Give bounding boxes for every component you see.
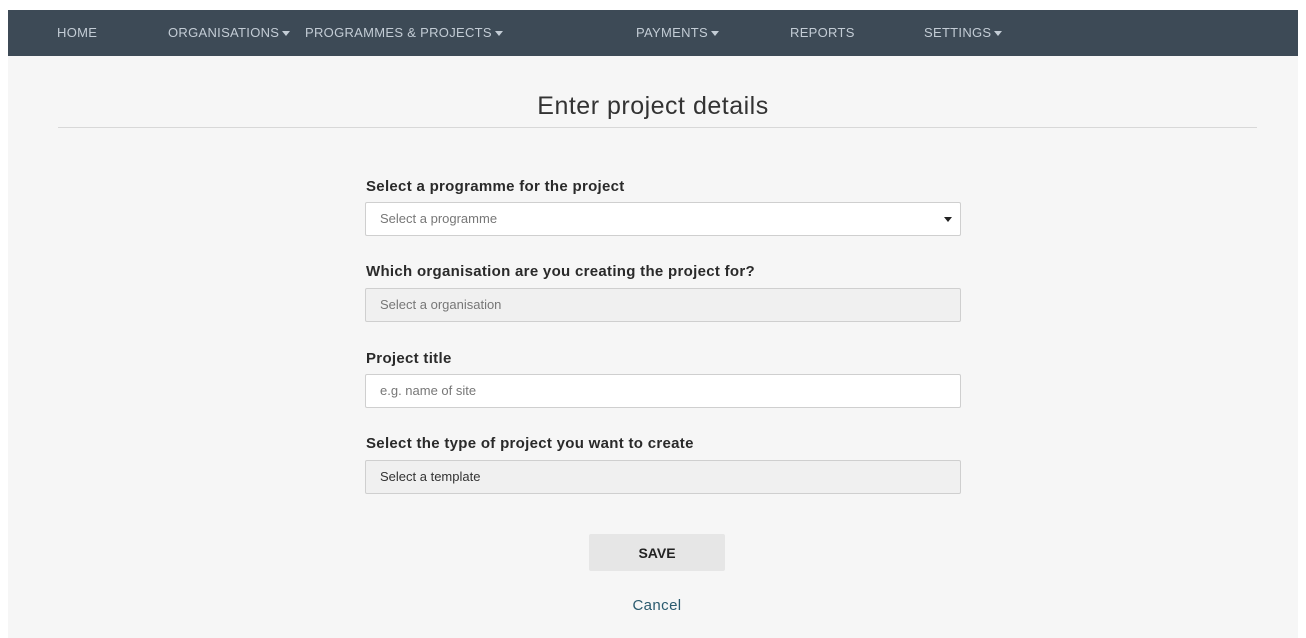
nav-item-label: PROGRAMMES & PROJECTS [305, 25, 492, 40]
caret-down-icon [994, 31, 1003, 37]
save-button[interactable]: SAVE [589, 534, 725, 571]
project-title-label: Project title [366, 350, 452, 367]
organisation-field-value: Select a organisation [380, 297, 502, 312]
top-nav: HOME ORGANISATIONS PROGRAMMES & PROJECTS… [8, 10, 1298, 56]
nav-item-reports[interactable]: REPORTS [790, 10, 855, 56]
nav-item-home[interactable]: HOME [57, 10, 97, 56]
nav-item-programmes-projects[interactable]: PROGRAMMES & PROJECTS [305, 10, 503, 56]
nav-item-label: REPORTS [790, 25, 855, 40]
programme-select-value: Select a programme [380, 211, 498, 226]
programme-label: Select a programme for the project [366, 178, 625, 195]
project-title-input[interactable]: e.g. name of site [365, 374, 961, 408]
programme-select[interactable]: Select a programme [365, 202, 961, 236]
nav-item-label: HOME [57, 25, 98, 40]
cancel-link[interactable]: Cancel [8, 597, 1306, 614]
organisation-field[interactable]: Select a organisation [365, 288, 961, 322]
caret-down-icon [282, 31, 291, 37]
page-title: Enter project details [537, 92, 769, 120]
caret-down-icon [494, 31, 503, 37]
nav-item-settings[interactable]: SETTINGS [924, 10, 1003, 56]
template-label: Select the type of project you want to c… [366, 435, 694, 452]
project-title-placeholder: e.g. name of site [380, 383, 477, 398]
nav-item-label: SETTINGS [924, 25, 992, 40]
title-divider [58, 127, 1257, 128]
nav-item-label: PAYMENTS [636, 25, 708, 40]
template-select-value: Select a template [380, 469, 481, 484]
organisation-label: Which organisation are you creating the … [366, 263, 755, 280]
caret-down-icon [944, 217, 952, 222]
template-select[interactable]: Select a template [365, 460, 961, 494]
nav-item-organisations[interactable]: ORGANISATIONS [168, 10, 291, 56]
page-frame: HOME ORGANISATIONS PROGRAMMES & PROJECTS… [8, 10, 1298, 638]
caret-down-icon [710, 31, 719, 37]
nav-item-label: ORGANISATIONS [168, 25, 280, 40]
nav-item-payments[interactable]: PAYMENTS [636, 10, 719, 56]
